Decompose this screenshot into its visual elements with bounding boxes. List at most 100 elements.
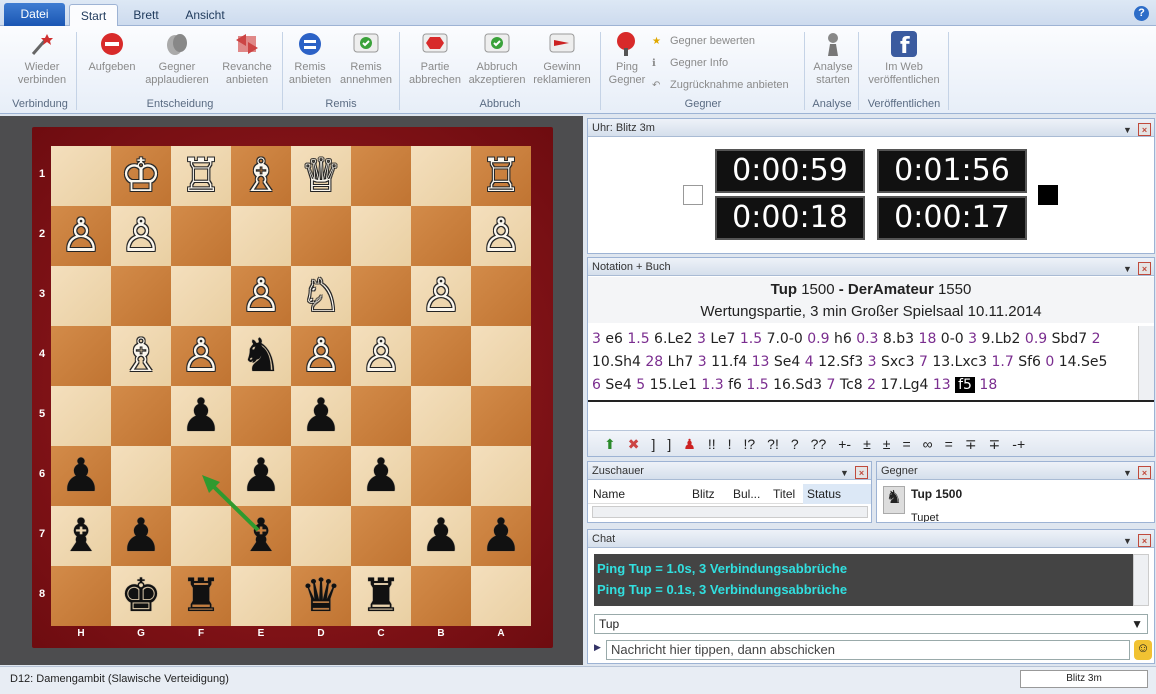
move-text[interactable]: f6 (724, 377, 747, 393)
opponent-info-button[interactable]: ℹ Gegner Info (652, 56, 728, 70)
move-time[interactable]: 3 (697, 331, 706, 347)
board-square[interactable] (351, 146, 411, 206)
col-status[interactable]: Status (803, 484, 871, 504)
board-square[interactable] (351, 386, 411, 446)
chess-piece[interactable]: ♔ (111, 146, 171, 206)
chess-piece[interactable]: ♗ (231, 146, 291, 206)
chess-piece[interactable]: ♙ (51, 206, 111, 266)
move-text[interactable]: 8.b3 (878, 331, 918, 347)
chess-piece[interactable]: ♗ (111, 326, 171, 386)
move-time[interactable]: 28 (645, 354, 663, 370)
board-square[interactable] (111, 446, 171, 506)
move-time[interactable]: 0.9 (807, 331, 829, 347)
board-square[interactable] (411, 206, 471, 266)
chevron-down-icon[interactable]: ▼ (1121, 263, 1134, 276)
board-square[interactable] (351, 206, 411, 266)
chat-recipient-select[interactable]: Tup ▼ (594, 614, 1148, 634)
claim-win-button[interactable]: Gewinn reklamieren (530, 30, 594, 87)
chess-piece[interactable]: ♟ (411, 506, 471, 566)
board-square[interactable] (411, 146, 471, 206)
ping-opponent-button[interactable]: Ping Gegner (604, 30, 650, 87)
board-square[interactable] (471, 446, 531, 506)
annotation-symbol[interactable]: ∞ (923, 431, 933, 457)
piece-icon[interactable]: ♟ (683, 431, 696, 457)
move-time[interactable]: 6 (592, 377, 601, 393)
chevron-down-icon[interactable]: ▼ (838, 467, 851, 480)
move-text[interactable]: Se4 (769, 354, 804, 370)
chess-piece[interactable]: ♟ (111, 506, 171, 566)
annotation-symbol[interactable]: ∓ (989, 431, 1001, 457)
chess-piece[interactable]: ♟ (171, 386, 231, 446)
bracket-icon[interactable]: ] (667, 431, 671, 457)
col-name[interactable]: Name (593, 484, 625, 504)
board-square[interactable] (471, 266, 531, 326)
chess-piece[interactable]: ♙ (291, 326, 351, 386)
board-square[interactable] (291, 206, 351, 266)
tab-ansicht[interactable]: Ansicht (180, 4, 230, 26)
move-text[interactable]: 9.Lb2 (977, 331, 1025, 347)
annotation-symbol[interactable]: = (945, 431, 953, 457)
board-square[interactable] (231, 386, 291, 446)
publish-web-button[interactable]: f Im Web veröffentlichen (862, 30, 946, 87)
annotation-symbol[interactable]: !! (708, 431, 716, 457)
move-list[interactable]: 3 e6 1.5 6.Le2 3 Le7 1.5 7.0-0 0.9 h6 0.… (592, 328, 1132, 397)
chess-piece[interactable]: ♕ (291, 146, 351, 206)
move-text[interactable]: 10.Sh4 (592, 354, 645, 370)
move-text[interactable]: e6 (601, 331, 627, 347)
move-text[interactable]: 6.Le2 (650, 331, 697, 347)
file-menu-button[interactable]: Datei (4, 3, 65, 26)
chess-piece[interactable]: ♟ (351, 446, 411, 506)
move-time[interactable]: 3 (868, 354, 877, 370)
board-square[interactable] (411, 326, 471, 386)
move-time[interactable]: 18 (919, 331, 937, 347)
chess-piece[interactable]: ♟ (231, 446, 291, 506)
chess-piece[interactable]: ♘ (291, 266, 351, 326)
rate-opponent-button[interactable]: ★ Gegner bewerten (652, 34, 755, 48)
chess-piece[interactable]: ♙ (351, 326, 411, 386)
board-square[interactable] (51, 326, 111, 386)
move-time[interactable]: 13 (933, 377, 951, 393)
reconnect-button[interactable]: Wieder verbinden (16, 30, 68, 87)
chess-piece[interactable]: ♖ (171, 146, 231, 206)
chess-piece[interactable]: ♟ (471, 506, 531, 566)
tab-brett[interactable]: Brett (128, 4, 164, 26)
move-text[interactable]: 7.0-0 (762, 331, 807, 347)
annotation-symbol[interactable]: -+ (1012, 431, 1025, 457)
col-title[interactable]: Titel (773, 484, 795, 504)
chess-piece[interactable]: ♟ (51, 446, 111, 506)
annotation-symbol[interactable]: !? (743, 431, 755, 457)
close-icon[interactable]: × (1138, 466, 1151, 479)
move-text[interactable]: 13.Lxc3 (928, 354, 992, 370)
accept-draw-button[interactable]: Remis annehmen (338, 30, 394, 87)
col-bullet[interactable]: Bul... (733, 484, 760, 504)
chess-piece[interactable]: ♖ (471, 146, 531, 206)
move-time[interactable]: 5 (636, 377, 645, 393)
annotation-symbol[interactable]: = (902, 431, 910, 457)
annotation-symbol[interactable]: ?! (767, 431, 779, 457)
offer-draw-button[interactable]: Remis anbieten (284, 30, 336, 87)
chevron-down-icon[interactable]: ▼ (1121, 467, 1134, 480)
takeback-button[interactable]: ↶ Zugrücknahme anbieten (652, 78, 789, 92)
move-time[interactable]: 0.3 (856, 331, 878, 347)
move-text[interactable]: 12.Sf3 (814, 354, 868, 370)
move-time[interactable]: 0.9 (1025, 331, 1047, 347)
move-text[interactable]: 16.Sd3 (769, 377, 827, 393)
board-square[interactable] (411, 386, 471, 446)
resign-button[interactable]: Aufgeben (84, 30, 140, 74)
move-text[interactable]: Sbd7 (1047, 331, 1091, 347)
annotation-symbol[interactable]: ! (728, 431, 732, 457)
chess-piece[interactable]: ♙ (411, 266, 471, 326)
move-text[interactable]: 11.f4 (707, 354, 752, 370)
move-time[interactable]: 1.7 (991, 354, 1013, 370)
chess-piece[interactable]: ♙ (171, 326, 231, 386)
board-square[interactable] (291, 506, 351, 566)
move-time[interactable]: 1.3 (701, 377, 723, 393)
close-icon[interactable]: × (855, 466, 868, 479)
chess-piece[interactable]: ♚ (111, 566, 171, 626)
move-text[interactable]: Sf6 (1014, 354, 1046, 370)
chess-piece[interactable]: ♝ (231, 506, 291, 566)
board-square[interactable] (51, 566, 111, 626)
tab-start[interactable]: Start (69, 4, 118, 27)
spectators-hscrollbar[interactable] (592, 506, 868, 518)
annotation-symbol[interactable]: +- (838, 431, 851, 457)
